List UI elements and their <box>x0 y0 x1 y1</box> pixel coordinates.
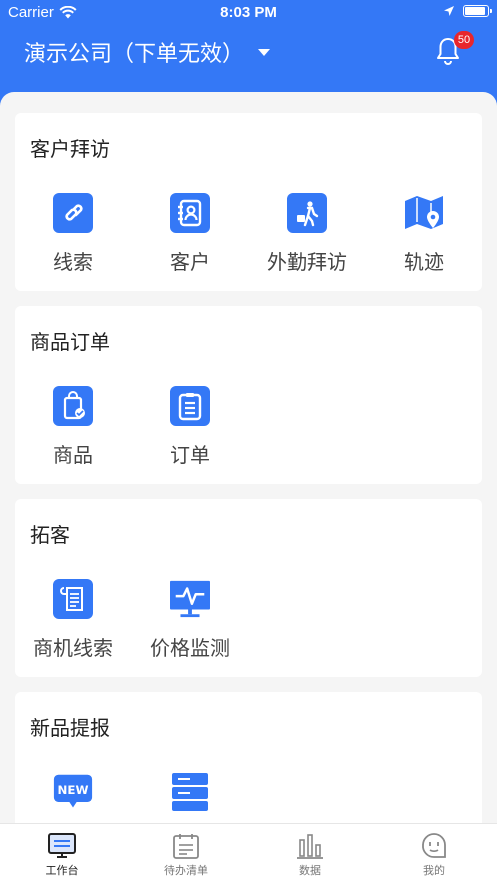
menu-item-price-monitor[interactable]: 价格监测 <box>132 579 248 661</box>
menu-item-label: 外勤拜访 <box>267 250 347 274</box>
status-bar: Carrier 8:03 PM <box>0 0 497 26</box>
field-visit-icon <box>287 193 327 233</box>
location-arrow-icon <box>444 6 454 16</box>
tab-todo[interactable]: 待办清单 <box>124 832 248 878</box>
section-customer-visit: 客户拜访 线索 客户 外勤拜访 轨迹 <box>15 113 482 291</box>
section-title: 新品提报 <box>30 716 110 740</box>
map-pin-icon <box>404 193 444 233</box>
tab-label: 数据 <box>299 864 321 877</box>
menu-item-field-visit[interactable]: 外勤拜访 <box>249 193 365 275</box>
section-title: 客户拜访 <box>30 137 110 161</box>
new-badge-icon: NEW <box>53 772 93 812</box>
caret-down-icon <box>258 48 271 56</box>
bar-chart-icon <box>295 832 325 860</box>
tab-label: 工作台 <box>45 864 79 877</box>
workbench-icon <box>47 832 77 860</box>
battery-fill <box>465 7 485 15</box>
menu-item-label: 线索 <box>53 250 93 274</box>
status-time: 8:03 PM <box>220 4 277 21</box>
section-new-product-report: 新品提报 NEW <box>15 692 482 823</box>
tab-data[interactable]: 数据 <box>248 832 372 878</box>
tab-profile[interactable]: 我的 <box>372 832 496 878</box>
profile-face-icon <box>419 832 449 860</box>
menu-item-label: 价格监测 <box>150 636 230 660</box>
menu-item-label: 客户 <box>170 250 210 274</box>
menu-item-label: 订单 <box>170 443 210 467</box>
menu-item-label: 商品 <box>53 443 93 467</box>
tab-workbench[interactable]: 工作台 <box>0 832 124 878</box>
workbench-content[interactable]: 客户拜访 线索 客户 外勤拜访 轨迹 商品订单 商品 订单 拓客 商机线索 价格… <box>0 92 497 823</box>
calendar-list-icon <box>171 832 201 860</box>
company-name: 演示公司（下单无效） <box>24 42 245 67</box>
contact-book-icon <box>170 193 210 233</box>
menu-item-business-leads[interactable]: 商机线索 <box>15 579 131 661</box>
menu-item-customers[interactable]: 客户 <box>132 193 248 275</box>
section-customer-acquisition: 拓客 商机线索 价格监测 <box>15 499 482 677</box>
menu-item-label: 轨迹 <box>404 250 444 274</box>
company-selector[interactable]: 演示公司（下单无效） <box>24 36 271 68</box>
battery-icon <box>463 5 492 17</box>
tab-label: 我的 <box>423 864 445 877</box>
monitor-pulse-icon <box>170 579 210 619</box>
scroll-icon <box>53 579 93 619</box>
menu-item-orders[interactable]: 订单 <box>132 386 248 468</box>
menu-item-leads[interactable]: 线索 <box>15 193 131 275</box>
section-product-orders: 商品订单 商品 订单 <box>15 306 482 484</box>
menu-item-label: 商机线索 <box>33 636 113 660</box>
tab-bar: 工作台 待办清单 数据 我的 <box>0 823 497 883</box>
shopping-bag-icon <box>53 386 93 426</box>
menu-item-track[interactable]: 轨迹 <box>366 193 482 275</box>
section-title: 商品订单 <box>30 330 110 354</box>
section-grid: 商品 订单 <box>15 386 482 476</box>
notification-badge: 50 <box>454 31 474 49</box>
svg-text:NEW: NEW <box>58 783 89 797</box>
clipboard-icon <box>170 386 210 426</box>
status-right <box>443 5 492 17</box>
link-icon <box>53 193 93 233</box>
section-grid: 商机线索 价格监测 <box>15 579 482 669</box>
section-grid: NEW <box>15 772 482 823</box>
menu-item-products[interactable]: 商品 <box>15 386 131 468</box>
tab-label: 待办清单 <box>164 864 208 877</box>
menu-item-shelf[interactable] <box>132 772 248 823</box>
app-header: 演示公司（下单无效） <box>0 26 497 92</box>
shelf-icon <box>170 772 210 812</box>
section-grid: 线索 客户 外勤拜访 轨迹 <box>15 193 482 283</box>
section-title: 拓客 <box>30 523 70 547</box>
menu-item-new-product[interactable]: NEW <box>15 772 131 823</box>
